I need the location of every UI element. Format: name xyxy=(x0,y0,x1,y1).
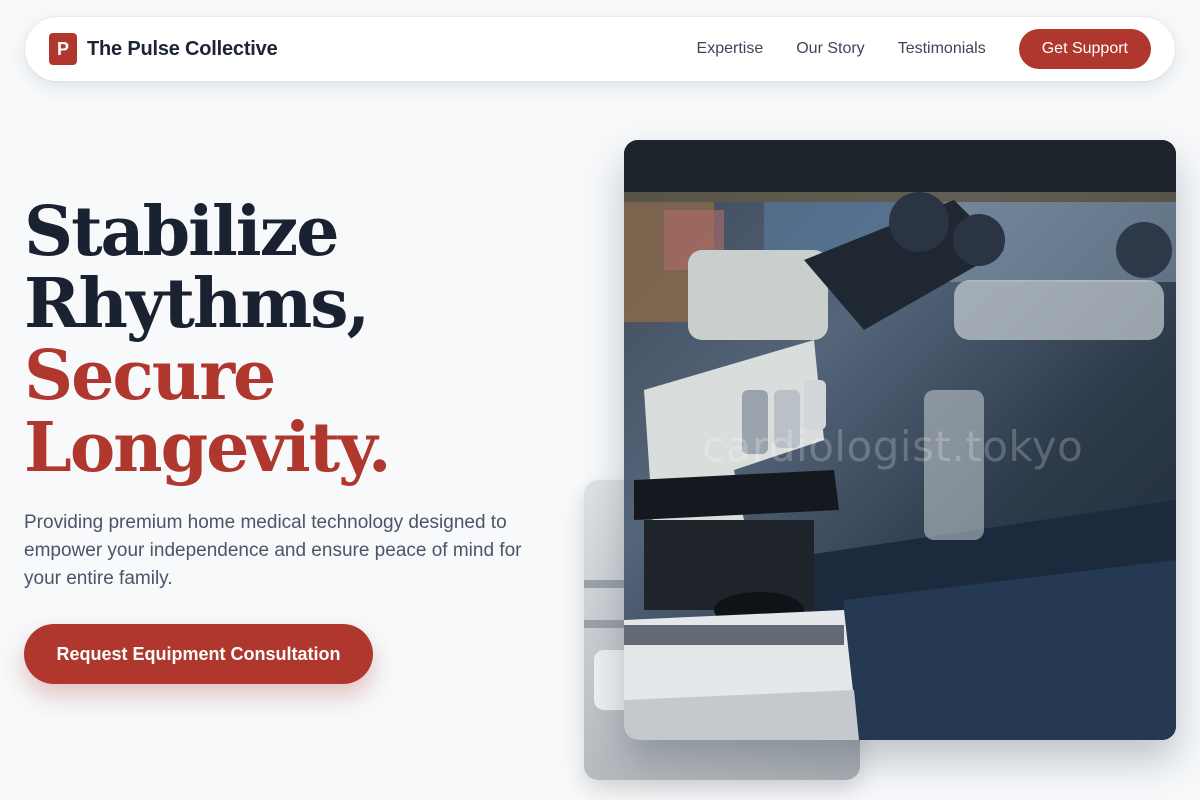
brand-badge-icon: P xyxy=(49,33,77,65)
hero-title-line-4: Longevity. xyxy=(24,408,392,488)
nav-link-our-story[interactable]: Our Story xyxy=(796,40,864,58)
hero-subtitle: Providing premium home medical technolog… xyxy=(24,512,522,589)
nav-link-expertise[interactable]: Expertise xyxy=(697,40,764,58)
hero-title-line-3: Secure xyxy=(24,336,276,416)
brand-logo[interactable]: P The Pulse Collective xyxy=(49,33,278,65)
nav-link-testimonials[interactable]: Testimonials xyxy=(898,40,986,58)
microscope-lab-image: cardiologist.tokyo xyxy=(624,140,1176,740)
image-watermark: cardiologist.tokyo xyxy=(702,422,1084,471)
get-support-button[interactable]: Get Support xyxy=(1018,29,1151,69)
page: P The Pulse Collective Expertise Our Sto… xyxy=(0,0,1200,800)
brand-name: The Pulse Collective xyxy=(87,37,278,60)
hero-title-line-1: Stabilize xyxy=(24,192,340,272)
navbar: P The Pulse Collective Expertise Our Sto… xyxy=(25,17,1175,81)
request-consultation-button[interactable]: Request Equipment Consultation xyxy=(24,624,373,684)
hero-title: Stabilize Rhythms, Secure Longevity. xyxy=(24,196,584,484)
hero-title-line-2: Rhythms, xyxy=(24,264,370,344)
nav-links: Expertise Our Story Testimonials Get Sup… xyxy=(697,29,1151,69)
